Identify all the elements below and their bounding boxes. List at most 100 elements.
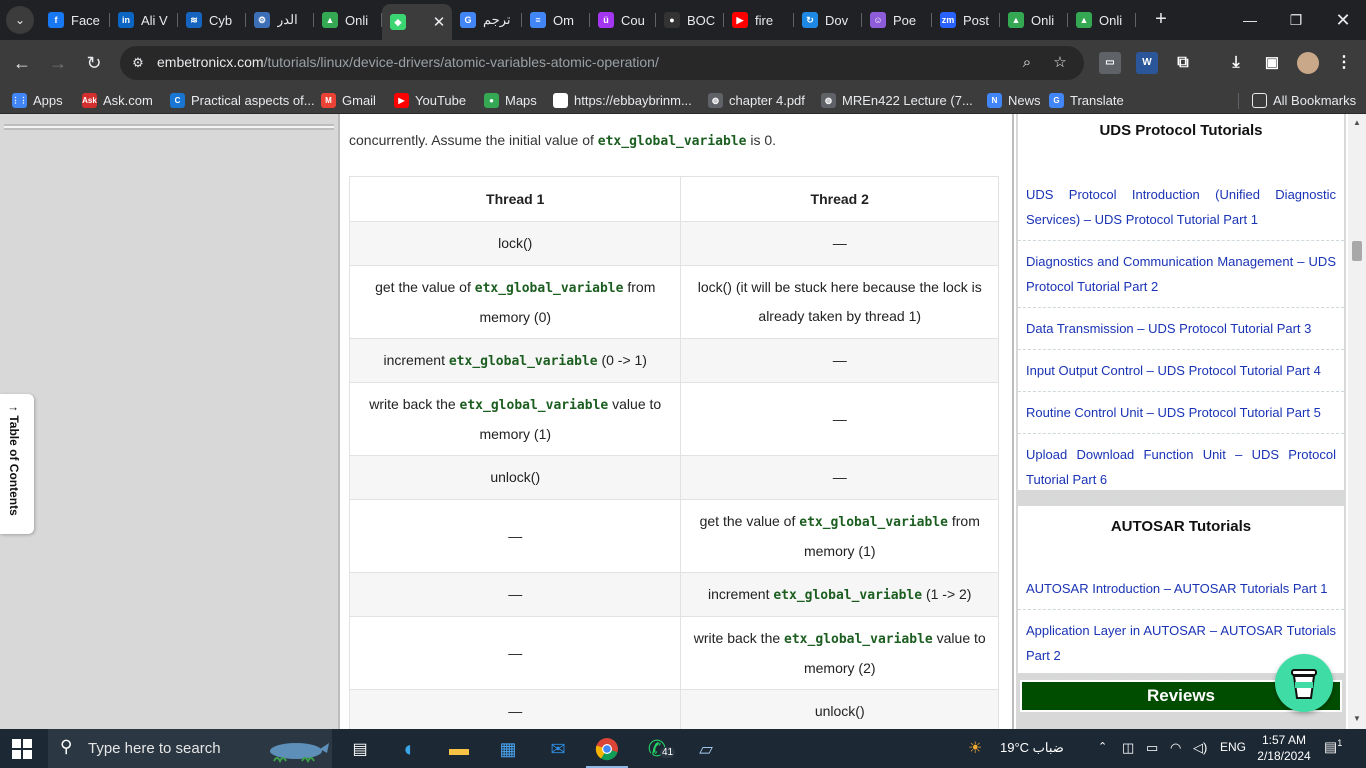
scroll-down-arrow-icon[interactable]: ▼ [1348, 712, 1366, 726]
browser-tab[interactable]: ◆ ✕ [382, 4, 452, 40]
browser-tab[interactable]: ▲ Onli [1000, 4, 1068, 36]
browser-tab[interactable]: zm Post [932, 4, 1000, 36]
browser-tab[interactable]: ▲ Onli [1068, 4, 1136, 36]
edge-icon[interactable]: ◐ [396, 735, 424, 763]
web-page: ↑ Table of Contents concurrently. Assume… [0, 114, 1366, 729]
uds-tutorial-link[interactable]: Diagnostics and Communication Management… [1018, 241, 1344, 308]
tab-title: Onli [1031, 12, 1055, 28]
download-icon[interactable]: ⤓ [1225, 52, 1247, 74]
task-view-icon[interactable]: ▤ [346, 735, 374, 763]
bookmark-item[interactable]: ◍ chapter 4.pdf [708, 91, 805, 109]
notification-center-icon[interactable]: ▤1 [1324, 738, 1342, 756]
scroll-up-arrow-icon[interactable]: ▲ [1348, 116, 1366, 130]
browser-tab[interactable]: ü Cou [590, 4, 656, 36]
uds-tutorial-link[interactable]: Upload Download Function Unit – UDS Prot… [1018, 434, 1344, 501]
tab-title: fire [755, 12, 774, 28]
bookmark-item[interactable]: G Translate [1049, 91, 1124, 109]
menu-kebab-icon[interactable]: ⋮ [1333, 52, 1355, 74]
chrome-taskbar-icon[interactable] [593, 735, 621, 763]
windows-start-icon[interactable] [12, 739, 32, 759]
table-row: lock() — [348, 221, 999, 266]
bookmark-item[interactable]: ▶ YouTube [394, 91, 466, 109]
browser-tab[interactable]: ▶ fire [724, 4, 794, 36]
autosar-tutorial-link[interactable]: AUTOSAR Introduction – AUTOSAR Tutorials… [1018, 568, 1344, 610]
profile-avatar[interactable] [1297, 52, 1319, 74]
cell-text-after: (0 -> 1) [597, 351, 647, 368]
bookmark-label: Practical aspects of... [191, 92, 315, 108]
bookmark-item[interactable]: ● Maps [484, 91, 537, 109]
uds-widget: UDS Protocol Tutorials UDS Protocol Intr… [1018, 114, 1344, 501]
table-cell: — [680, 455, 999, 500]
bookmark-item[interactable]: ◍ MREn422 Lecture (7... [821, 91, 973, 109]
browser-tab[interactable]: ⚙ الدر [246, 4, 314, 36]
extensions-puzzle-icon[interactable]: ⧉ [1172, 52, 1194, 74]
close-tab-icon[interactable]: ✕ [430, 13, 448, 31]
back-icon[interactable]: ← [10, 51, 34, 75]
table-of-contents-toggle[interactable]: ↑ Table of Contents [0, 394, 34, 534]
battery-icon[interactable]: ▭ [1146, 740, 1158, 756]
taskbar-search-box[interactable]: ⚲ Type here to search [48, 729, 332, 768]
bookmark-item[interactable]: ⋮⋮ Apps [12, 91, 63, 109]
browser-tab[interactable]: ↻ Dov [794, 4, 862, 36]
google-drive-icon: ▲ [322, 12, 338, 28]
scroll-thumb[interactable] [1352, 241, 1362, 261]
extension-printer-icon[interactable]: ▭ [1099, 52, 1121, 74]
globe-icon: ◍ [821, 92, 836, 108]
github-icon: ● [664, 12, 680, 28]
browser-tab[interactable]: in Ali V [110, 4, 178, 36]
extension-word-icon[interactable]: W [1136, 52, 1158, 74]
taskbar-clock[interactable]: 1:57 AM 2/18/2024 [1250, 732, 1318, 764]
browser-tab[interactable]: f Face [40, 4, 110, 36]
header-thread-2: Thread 2 [680, 176, 999, 222]
tab-search-icon[interactable]: ⌄ [6, 6, 34, 34]
restore-button[interactable]: ❐ [1284, 8, 1308, 32]
minimize-button[interactable]: — [1238, 8, 1262, 32]
meet-now-icon[interactable]: ◫ [1122, 740, 1134, 756]
diamond-icon: ◆ [390, 14, 406, 30]
side-panel-icon[interactable]: ▣ [1261, 52, 1283, 74]
language-indicator[interactable]: ENG [1220, 740, 1246, 754]
uds-tutorial-link[interactable]: Input Output Control – UDS Protocol Tuto… [1018, 350, 1344, 392]
notepad-icon[interactable]: ▱ [692, 735, 720, 763]
forward-icon[interactable]: → [46, 51, 70, 75]
bookmark-item[interactable]: Ask Ask.com [82, 91, 153, 109]
all-bookmarks-button[interactable]: All Bookmarks [1252, 91, 1356, 109]
buy-me-coffee-button[interactable] [1275, 654, 1333, 712]
table-row: write back the etx_global_variable value… [348, 382, 999, 456]
tab-title: Dov [825, 12, 849, 28]
browser-tab[interactable]: G ترجم [452, 4, 522, 36]
browser-tab[interactable]: ▲ Onli [314, 4, 382, 36]
microsoft-store-icon[interactable]: ▦ [494, 735, 522, 763]
volume-icon[interactable]: ◁) [1193, 740, 1207, 756]
site-info-icon[interactable]: ⚙ [128, 53, 148, 73]
apps-grid-icon: ⋮⋮ [12, 92, 28, 108]
table-cell: — [348, 572, 682, 617]
browser-tab[interactable]: ☺ Poe [862, 4, 932, 36]
reload-icon[interactable]: ↻ [82, 51, 106, 75]
show-hidden-icons-icon[interactable]: ⌃ [1098, 740, 1107, 753]
uds-tutorial-link[interactable]: UDS Protocol Introduction (Unified Diagn… [1018, 174, 1344, 241]
url-text[interactable]: embetronicx.com/tutorials/linux/device-d… [157, 54, 659, 70]
cell-text: lock() [498, 235, 533, 251]
bookmark-item[interactable]: N News [987, 91, 1041, 109]
uds-tutorial-link[interactable]: Routine Control Unit – UDS Protocol Tuto… [1018, 392, 1344, 434]
page-scrollbar[interactable]: ▲ ▼ [1348, 114, 1366, 729]
bookmark-item[interactable]: https://ebbaybrinm... [553, 91, 692, 109]
browser-tab[interactable]: ● BOC [656, 4, 724, 36]
zoom-icon[interactable]: ⌕ [1017, 53, 1037, 73]
browser-tab[interactable]: ≡ Om [522, 4, 590, 36]
uds-tutorial-link[interactable]: Data Transmission – UDS Protocol Tutoria… [1018, 308, 1344, 350]
close-window-button[interactable]: ✕ [1331, 8, 1355, 32]
bookmark-star-icon[interactable]: ☆ [1050, 53, 1070, 73]
weather-text[interactable]: 19°C ضباب [1000, 740, 1064, 756]
address-bar[interactable]: ⚙ embetronicx.com/tutorials/linux/device… [120, 46, 1084, 80]
browser-tab[interactable]: ≋ Cyb [178, 4, 246, 36]
bookmark-item[interactable]: M Gmail [321, 91, 376, 109]
tab-title: Poe [893, 12, 917, 28]
wifi-icon[interactable]: ◠ [1170, 740, 1181, 756]
all-bookmarks-label: All Bookmarks [1273, 92, 1357, 108]
new-tab-button[interactable]: + [1150, 8, 1172, 30]
bookmark-item[interactable]: C Practical aspects of... [170, 91, 315, 109]
file-explorer-icon[interactable]: ▬ [445, 735, 473, 763]
mail-icon[interactable]: ✉ [544, 735, 572, 763]
